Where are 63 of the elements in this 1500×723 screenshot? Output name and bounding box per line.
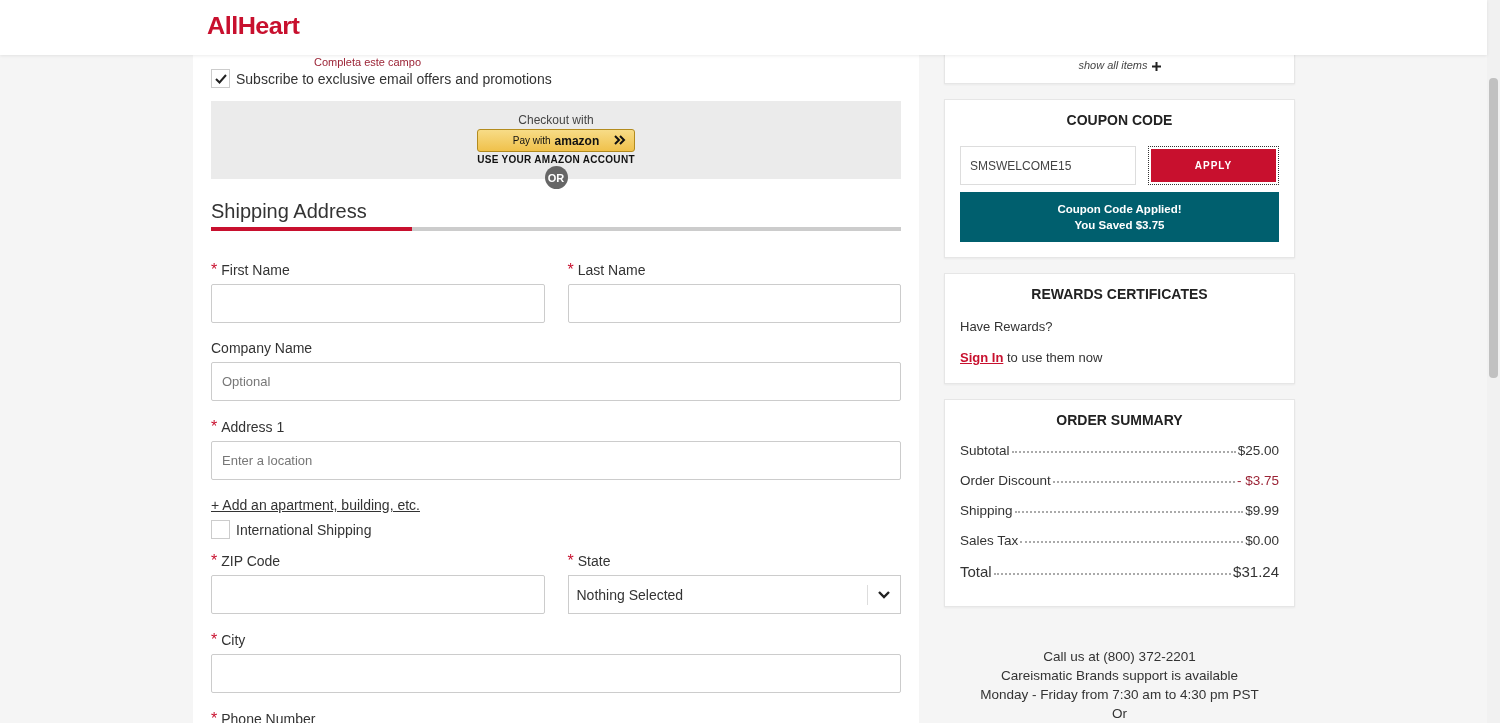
checkbox[interactable] xyxy=(211,520,230,539)
required-asterisk: * xyxy=(211,631,218,649)
text-field[interactable] xyxy=(211,575,545,614)
checkbox-label: International Shipping xyxy=(236,521,372,538)
show-all-items-link[interactable]: show all items xyxy=(1078,59,1148,71)
required-asterisk: * xyxy=(211,261,218,279)
field-label: Address 1 xyxy=(221,419,285,436)
rewards-sign-in-text: Sign In to use them now xyxy=(960,350,1104,365)
summary-label: Order Discount xyxy=(960,473,1051,488)
card-title: REWARDS CERTIFICATES xyxy=(1030,286,1209,302)
summary-value: $9.99 xyxy=(1245,503,1279,518)
summary-label: Sales Tax xyxy=(960,533,1019,548)
checkout-caption: Checkout with xyxy=(518,113,594,127)
chevron-down-icon xyxy=(878,590,890,599)
text-field[interactable]: Enter a location xyxy=(211,441,901,480)
scrollbar[interactable] xyxy=(1487,0,1500,723)
text-field[interactable] xyxy=(211,284,545,323)
summary-label: Total xyxy=(960,563,992,580)
add-address-line-link[interactable]: + Add an apartment, building, etc. xyxy=(211,497,420,513)
card-title: ORDER SUMMARY xyxy=(1055,412,1184,428)
field-label: ZIP Code xyxy=(221,553,281,570)
required-asterisk: * xyxy=(567,552,574,570)
text-field[interactable] xyxy=(211,654,901,693)
support-text: Or xyxy=(1111,705,1128,723)
plus-icon[interactable] xyxy=(1151,62,1161,71)
banner-text: You Saved $3.75 xyxy=(1073,218,1166,233)
required-asterisk: * xyxy=(567,261,574,279)
field-label: State xyxy=(577,553,611,570)
amazon-account-caption: USE YOUR AMAZON ACCOUNT xyxy=(477,154,635,165)
summary-value: $31.24 xyxy=(1233,563,1279,580)
sign-in-link[interactable]: Sign In xyxy=(960,350,1004,365)
field-label: Company Name xyxy=(211,340,313,357)
logo[interactable]: AllHeart xyxy=(207,12,300,40)
support-text: Call us at (800) 372-2201 xyxy=(1042,648,1197,666)
or-divider-badge: OR xyxy=(544,166,568,189)
checkmark-icon xyxy=(214,73,227,84)
required-asterisk: * xyxy=(211,418,218,436)
summary-label: Shipping xyxy=(960,503,1013,518)
summary-value: $0.00 xyxy=(1245,533,1279,548)
apply-button[interactable]: APPLY xyxy=(1151,149,1276,182)
banner-text: Coupon Code Applied! xyxy=(1056,202,1183,217)
validation-message: Completa este campo xyxy=(314,56,421,69)
checkbox[interactable] xyxy=(211,69,230,88)
field-label: City xyxy=(221,632,246,649)
support-text: Careismatic Brands support is available xyxy=(999,667,1240,685)
coupon-field[interactable]: SMSWELCOME15 xyxy=(960,146,1136,185)
card-title: COUPON CODE xyxy=(1065,112,1174,128)
summary-value: $25.00 xyxy=(1237,443,1279,458)
section-title: Shipping Address xyxy=(211,200,368,223)
text-field[interactable]: Optional xyxy=(211,362,901,401)
pay-with-amazon-button[interactable]: Pay with amazon xyxy=(477,129,635,152)
rewards-question: Have Rewards? xyxy=(960,319,1054,334)
summary-label: Subtotal xyxy=(960,443,1010,458)
required-asterisk: * xyxy=(211,552,218,570)
field-label: First Name xyxy=(221,262,290,279)
required-asterisk: * xyxy=(211,710,218,723)
summary-value: - $3.75 xyxy=(1236,473,1279,488)
double-chevron-icon xyxy=(614,135,626,145)
field-label: Last Name xyxy=(577,262,646,279)
support-text: Monday - Friday from 7:30 am to 4:30 pm PST xyxy=(979,686,1260,704)
checkbox-label: Subscribe to exclusive email offers and promotions xyxy=(236,70,552,87)
text-field[interactable] xyxy=(567,284,901,323)
state-dropdown[interactable]: Nothing Selected xyxy=(567,575,901,614)
